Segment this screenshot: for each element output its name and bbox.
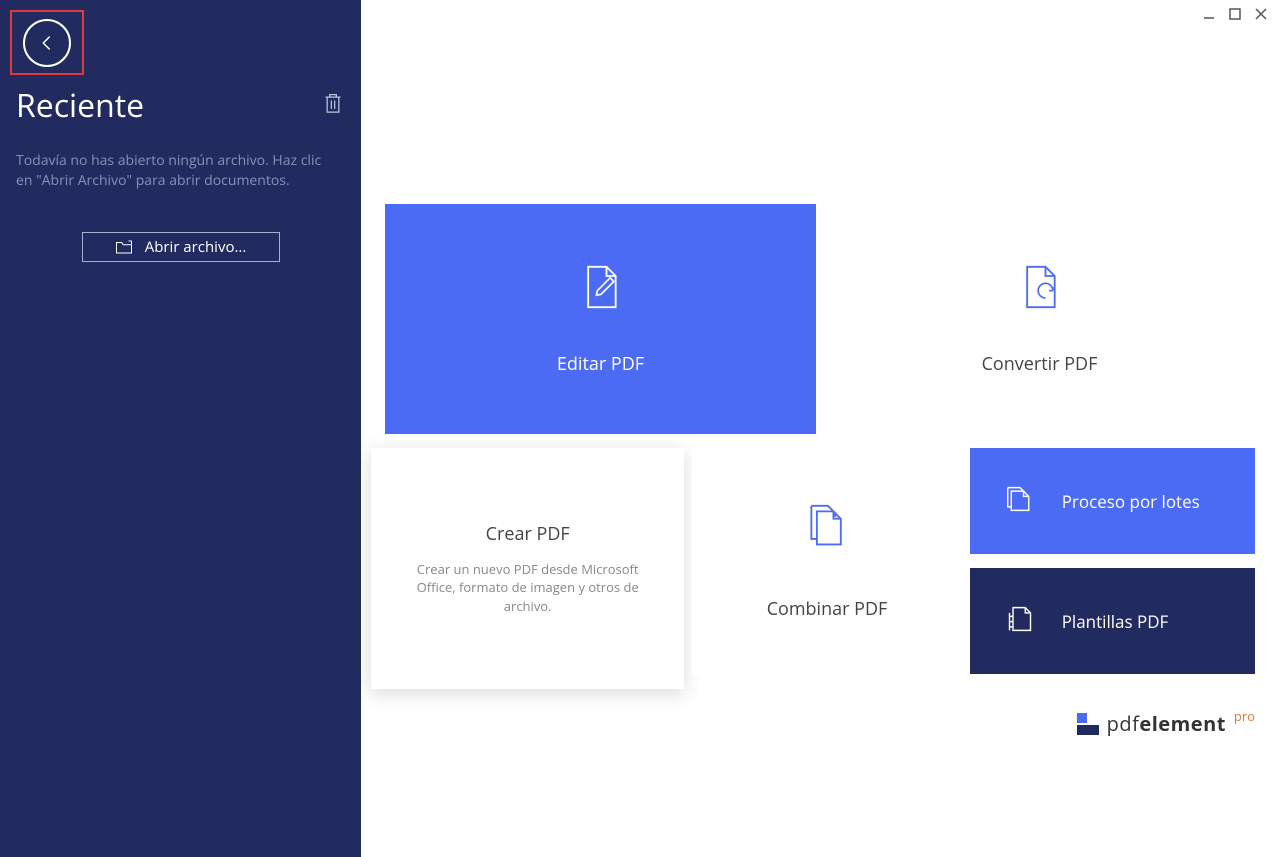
convert-pdf-tile[interactable]: Convertir PDF: [824, 204, 1255, 434]
edit-pdf-label: Editar PDF: [557, 352, 644, 376]
tile-column-right: Proceso por lotes Plantillas PDF: [970, 448, 1255, 674]
recent-empty-message: Todavía no has abierto ningún archivo. H…: [16, 151, 345, 190]
batch-process-tile[interactable]: Proceso por lotes: [970, 448, 1255, 554]
create-pdf-tile[interactable]: Crear PDF Crear un nuevo PDF desde Micro…: [371, 448, 684, 689]
close-icon: [1254, 7, 1268, 21]
templates-pdf-icon: [1006, 604, 1034, 639]
open-file-button[interactable]: Abrir archivo...: [82, 232, 280, 262]
brand-footer: pdfelement pro: [1077, 710, 1255, 737]
combine-pdf-icon: [804, 502, 850, 557]
edit-pdf-tile[interactable]: Editar PDF: [385, 204, 816, 434]
folder-open-icon: [115, 239, 133, 255]
templates-pdf-tile[interactable]: Plantillas PDF: [970, 568, 1255, 674]
edit-pdf-icon: [579, 263, 623, 316]
minimize-button[interactable]: [1201, 6, 1217, 22]
create-pdf-description: Crear un nuevo PDF desde Microsoft Offic…: [399, 560, 656, 615]
brand-name-bold: element: [1139, 710, 1226, 737]
recent-title: Reciente: [16, 84, 144, 127]
back-button[interactable]: [23, 19, 71, 67]
tile-row-1: Editar PDF Convertir PDF: [385, 204, 1255, 434]
templates-pdf-label: Plantillas PDF: [1062, 610, 1169, 633]
open-file-label: Abrir archivo...: [145, 237, 247, 257]
clear-recent-button[interactable]: [323, 92, 343, 119]
brand-logo-icon: [1077, 713, 1099, 735]
batch-process-label: Proceso por lotes: [1062, 490, 1200, 513]
convert-pdf-label: Convertir PDF: [982, 352, 1098, 376]
tile-grid: Editar PDF Convertir PDF Crear PDF Crear…: [385, 204, 1255, 689]
combine-pdf-tile[interactable]: Combinar PDF: [692, 448, 961, 675]
sidebar: Reciente Todavía no has abierto ningún a…: [0, 0, 361, 857]
close-button[interactable]: [1253, 6, 1269, 22]
brand-name: pdfelement: [1107, 710, 1226, 737]
window-controls: [1201, 6, 1269, 22]
combine-pdf-label: Combinar PDF: [767, 597, 888, 621]
create-pdf-label: Crear PDF: [486, 522, 570, 546]
trash-icon: [323, 92, 343, 114]
brand-pro-badge: pro: [1234, 707, 1255, 725]
main-area: Editar PDF Convertir PDF Crear PDF Crear…: [361, 0, 1279, 857]
back-button-highlight: [10, 10, 84, 75]
brand-name-light: pdf: [1107, 710, 1140, 737]
maximize-icon: [1228, 7, 1242, 21]
batch-process-icon: [1006, 484, 1034, 519]
app-root: Reciente Todavía no has abierto ningún a…: [0, 0, 1279, 857]
tile-row-2: Crear PDF Crear un nuevo PDF desde Micro…: [385, 448, 1255, 689]
convert-pdf-icon: [1018, 263, 1062, 316]
recent-header: Reciente: [16, 84, 345, 127]
chevron-left-icon: [38, 34, 56, 52]
maximize-button[interactable]: [1227, 6, 1243, 22]
minimize-icon: [1202, 7, 1216, 21]
